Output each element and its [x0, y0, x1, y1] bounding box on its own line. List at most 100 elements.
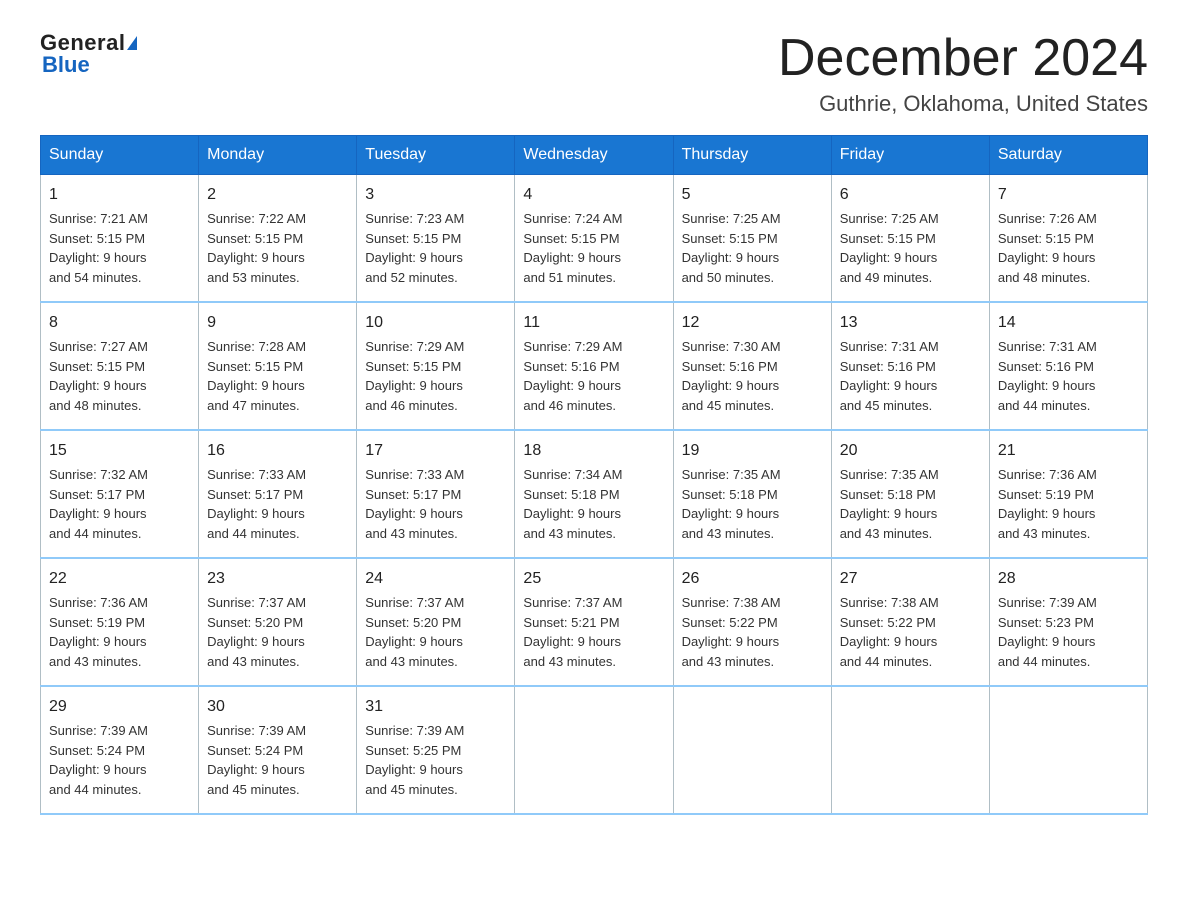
location-title: Guthrie, Oklahoma, United States — [778, 91, 1148, 117]
day-info: Sunrise: 7:35 AMSunset: 5:18 PMDaylight:… — [840, 467, 939, 541]
title-section: December 2024 Guthrie, Oklahoma, United … — [778, 30, 1148, 117]
calendar-cell: 28Sunrise: 7:39 AMSunset: 5:23 PMDayligh… — [989, 558, 1147, 686]
header-cell-monday: Monday — [199, 136, 357, 175]
day-info: Sunrise: 7:35 AMSunset: 5:18 PMDaylight:… — [682, 467, 781, 541]
calendar-cell: 4Sunrise: 7:24 AMSunset: 5:15 PMDaylight… — [515, 175, 673, 303]
logo: General Blue — [40, 30, 137, 78]
day-info: Sunrise: 7:39 AMSunset: 5:24 PMDaylight:… — [49, 723, 148, 797]
day-info: Sunrise: 7:38 AMSunset: 5:22 PMDaylight:… — [682, 595, 781, 669]
calendar-cell: 24 Sunrise: 7:37 AMSunset: 5:20 PMDayligh… — [357, 558, 515, 686]
calendar-cell: 1Sunrise: 7:21 AMSunset: 5:15 PMDaylight… — [41, 175, 199, 303]
day-info: Sunrise: 7:33 AMSunset: 5:17 PMDaylight:… — [207, 467, 306, 541]
calendar-header: SundayMondayTuesdayWednesdayThursdayFrid… — [41, 136, 1148, 175]
day-number: 12 — [682, 311, 823, 335]
day-number: 25 — [523, 567, 664, 591]
calendar-cell: 6 Sunrise: 7:25 AMSunset: 5:15 PMDaylight… — [831, 175, 989, 303]
page-header: General Blue December 2024 Guthrie, Okla… — [40, 30, 1148, 117]
calendar-cell — [515, 686, 673, 814]
day-number: 6 — [840, 183, 981, 207]
day-info: Sunrise: 7:36 AMSunset: 5:19 PMDaylight:… — [998, 467, 1097, 541]
day-info: Sunrise: 7:27 AMSunset: 5:15 PMDaylight:… — [49, 339, 148, 413]
day-info: Sunrise: 7:38 AMSunset: 5:22 PMDaylight:… — [840, 595, 939, 669]
header-row: SundayMondayTuesdayWednesdayThursdayFrid… — [41, 136, 1148, 175]
day-number: 26 — [682, 567, 823, 591]
day-info: Sunrise: 7:21 AMSunset: 5:15 PMDaylight:… — [49, 211, 148, 285]
calendar-cell: 9 Sunrise: 7:28 AMSunset: 5:15 PMDaylight… — [199, 302, 357, 430]
day-number: 23 — [207, 567, 348, 591]
calendar-table: SundayMondayTuesdayWednesdayThursdayFrid… — [40, 135, 1148, 815]
calendar-cell: 22Sunrise: 7:36 AMSunset: 5:19 PMDayligh… — [41, 558, 199, 686]
calendar-cell: 29 Sunrise: 7:39 AMSunset: 5:24 PMDayligh… — [41, 686, 199, 814]
calendar-week-5: 29 Sunrise: 7:39 AMSunset: 5:24 PMDayligh… — [41, 686, 1148, 814]
header-cell-friday: Friday — [831, 136, 989, 175]
day-info: Sunrise: 7:37 AMSunset: 5:21 PMDaylight:… — [523, 595, 622, 669]
calendar-week-3: 15 Sunrise: 7:32 AMSunset: 5:17 PMDayligh… — [41, 430, 1148, 558]
header-cell-tuesday: Tuesday — [357, 136, 515, 175]
calendar-cell: 16 Sunrise: 7:33 AMSunset: 5:17 PMDayligh… — [199, 430, 357, 558]
calendar-cell: 8 Sunrise: 7:27 AMSunset: 5:15 PMDaylight… — [41, 302, 199, 430]
calendar-week-2: 8 Sunrise: 7:27 AMSunset: 5:15 PMDaylight… — [41, 302, 1148, 430]
calendar-cell: 17 Sunrise: 7:33 AMSunset: 5:17 PMDayligh… — [357, 430, 515, 558]
day-info: Sunrise: 7:25 AMSunset: 5:15 PMDaylight:… — [840, 211, 939, 285]
day-info: Sunrise: 7:31 AMSunset: 5:16 PMDaylight:… — [840, 339, 939, 413]
month-title: December 2024 — [778, 30, 1148, 87]
day-number: 21 — [998, 439, 1139, 463]
header-cell-saturday: Saturday — [989, 136, 1147, 175]
day-number: 18 — [523, 439, 664, 463]
day-number: 28 — [998, 567, 1139, 591]
day-info: Sunrise: 7:32 AMSunset: 5:17 PMDaylight:… — [49, 467, 148, 541]
calendar-cell: 27 Sunrise: 7:38 AMSunset: 5:22 PMDayligh… — [831, 558, 989, 686]
day-info: Sunrise: 7:33 AMSunset: 5:17 PMDaylight:… — [365, 467, 464, 541]
day-number: 10 — [365, 311, 506, 335]
day-number: 11 — [523, 311, 664, 335]
header-cell-sunday: Sunday — [41, 136, 199, 175]
calendar-cell: 18 Sunrise: 7:34 AMSunset: 5:18 PMDayligh… — [515, 430, 673, 558]
day-info: Sunrise: 7:22 AMSunset: 5:15 PMDaylight:… — [207, 211, 306, 285]
day-number: 13 — [840, 311, 981, 335]
day-number: 9 — [207, 311, 348, 335]
day-info: Sunrise: 7:25 AMSunset: 5:15 PMDaylight:… — [682, 211, 781, 285]
day-info: Sunrise: 7:26 AMSunset: 5:15 PMDaylight:… — [998, 211, 1097, 285]
day-number: 7 — [998, 183, 1139, 207]
calendar-cell: 14Sunrise: 7:31 AMSunset: 5:16 PMDayligh… — [989, 302, 1147, 430]
logo-blue-text: Blue — [40, 52, 90, 78]
day-number: 22 — [49, 567, 190, 591]
calendar-cell: 30Sunrise: 7:39 AMSunset: 5:24 PMDayligh… — [199, 686, 357, 814]
day-info: Sunrise: 7:29 AMSunset: 5:16 PMDaylight:… — [523, 339, 622, 413]
day-info: Sunrise: 7:37 AMSunset: 5:20 PMDaylight:… — [365, 595, 464, 669]
day-number: 29 — [49, 695, 190, 719]
day-info: Sunrise: 7:30 AMSunset: 5:16 PMDaylight:… — [682, 339, 781, 413]
day-number: 20 — [840, 439, 981, 463]
header-cell-thursday: Thursday — [673, 136, 831, 175]
calendar-cell: 5Sunrise: 7:25 AMSunset: 5:15 PMDaylight… — [673, 175, 831, 303]
day-number: 17 — [365, 439, 506, 463]
calendar-cell: 10Sunrise: 7:29 AMSunset: 5:15 PMDayligh… — [357, 302, 515, 430]
calendar-week-4: 22Sunrise: 7:36 AMSunset: 5:19 PMDayligh… — [41, 558, 1148, 686]
day-info: Sunrise: 7:39 AMSunset: 5:25 PMDaylight:… — [365, 723, 464, 797]
calendar-cell: 13 Sunrise: 7:31 AMSunset: 5:16 PMDayligh… — [831, 302, 989, 430]
day-number: 4 — [523, 183, 664, 207]
calendar-cell: 20 Sunrise: 7:35 AMSunset: 5:18 PMDayligh… — [831, 430, 989, 558]
day-number: 16 — [207, 439, 348, 463]
day-info: Sunrise: 7:37 AMSunset: 5:20 PMDaylight:… — [207, 595, 306, 669]
day-number: 24 — [365, 567, 506, 591]
day-number: 14 — [998, 311, 1139, 335]
day-info: Sunrise: 7:28 AMSunset: 5:15 PMDaylight:… — [207, 339, 306, 413]
calendar-cell: 19Sunrise: 7:35 AMSunset: 5:18 PMDayligh… — [673, 430, 831, 558]
calendar-cell: 7 Sunrise: 7:26 AMSunset: 5:15 PMDaylight… — [989, 175, 1147, 303]
calendar-cell: 11 Sunrise: 7:29 AMSunset: 5:16 PMDayligh… — [515, 302, 673, 430]
day-number: 15 — [49, 439, 190, 463]
calendar-cell — [989, 686, 1147, 814]
header-cell-wednesday: Wednesday — [515, 136, 673, 175]
day-number: 30 — [207, 695, 348, 719]
calendar-cell: 23 Sunrise: 7:37 AMSunset: 5:20 PMDayligh… — [199, 558, 357, 686]
calendar-cell: 26 Sunrise: 7:38 AMSunset: 5:22 PMDayligh… — [673, 558, 831, 686]
day-number: 8 — [49, 311, 190, 335]
calendar-body: 1Sunrise: 7:21 AMSunset: 5:15 PMDaylight… — [41, 175, 1148, 815]
calendar-cell — [831, 686, 989, 814]
day-info: Sunrise: 7:34 AMSunset: 5:18 PMDaylight:… — [523, 467, 622, 541]
day-number: 27 — [840, 567, 981, 591]
calendar-cell: 12 Sunrise: 7:30 AMSunset: 5:16 PMDayligh… — [673, 302, 831, 430]
day-number: 2 — [207, 183, 348, 207]
calendar-cell: 15 Sunrise: 7:32 AMSunset: 5:17 PMDayligh… — [41, 430, 199, 558]
